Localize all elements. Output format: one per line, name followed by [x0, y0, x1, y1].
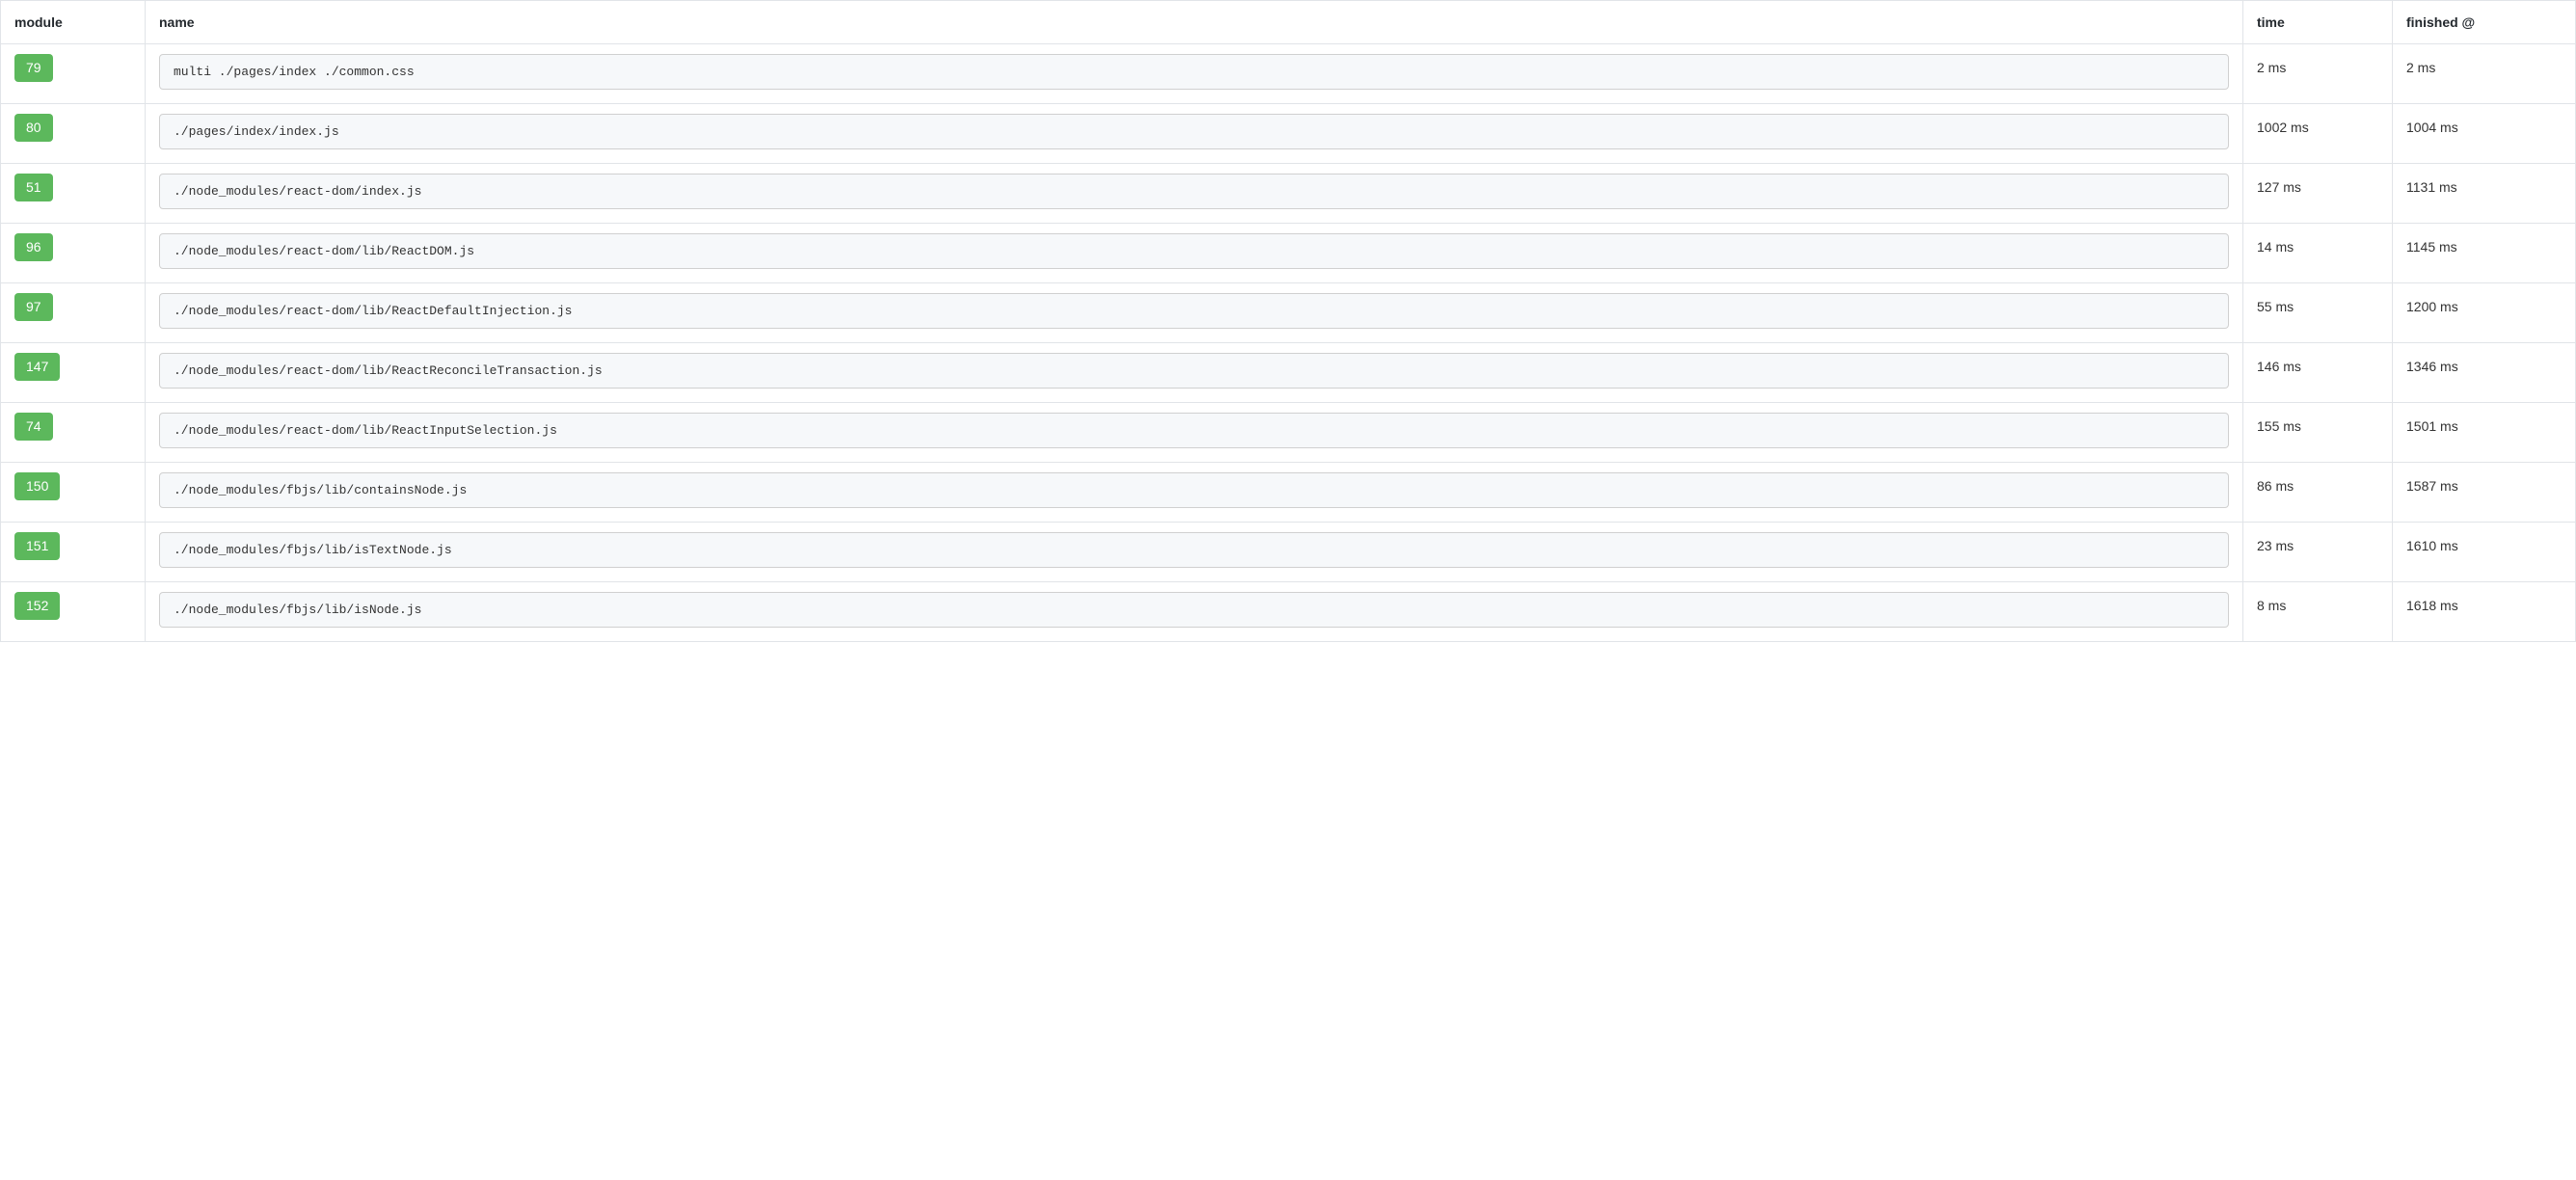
module-cell: 150 [1, 463, 146, 523]
module-badge[interactable]: 80 [14, 114, 53, 142]
module-cell: 74 [1, 403, 146, 463]
table-row: 97 ./node_modules/react-dom/lib/ReactDef… [1, 283, 2576, 343]
time-cell: 146 ms [2243, 343, 2393, 403]
name-path: ./node_modules/fbjs/lib/isNode.js [159, 592, 2229, 628]
module-cell: 152 [1, 582, 146, 642]
name-path: ./node_modules/react-dom/index.js [159, 174, 2229, 209]
finished-cell: 1346 ms [2393, 343, 2576, 403]
finished-cell: 2 ms [2393, 44, 2576, 104]
name-cell: ./node_modules/react-dom/lib/ReactReconc… [146, 343, 2243, 403]
finished-cell: 1200 ms [2393, 283, 2576, 343]
name-cell: ./node_modules/react-dom/lib/ReactInputS… [146, 403, 2243, 463]
table-row: 147 ./node_modules/react-dom/lib/ReactRe… [1, 343, 2576, 403]
name-cell: ./node_modules/fbjs/lib/isNode.js [146, 582, 2243, 642]
time-cell: 127 ms [2243, 164, 2393, 224]
table-row: 150 ./node_modules/fbjs/lib/containsNode… [1, 463, 2576, 523]
finished-cell: 1587 ms [2393, 463, 2576, 523]
name-path: ./node_modules/react-dom/lib/ReactInputS… [159, 413, 2229, 448]
finished-cell: 1610 ms [2393, 523, 2576, 582]
name-cell: multi ./pages/index ./common.css [146, 44, 2243, 104]
module-cell: 80 [1, 104, 146, 164]
name-cell: ./node_modules/react-dom/lib/ReactDOM.js [146, 224, 2243, 283]
name-cell: ./node_modules/react-dom/lib/ReactDefaul… [146, 283, 2243, 343]
name-path: multi ./pages/index ./common.css [159, 54, 2229, 90]
header-name[interactable]: name [146, 1, 2243, 44]
finished-cell: 1004 ms [2393, 104, 2576, 164]
table-row: 51 ./node_modules/react-dom/index.js 127… [1, 164, 2576, 224]
name-cell: ./node_modules/fbjs/lib/containsNode.js [146, 463, 2243, 523]
name-path: ./node_modules/react-dom/lib/ReactReconc… [159, 353, 2229, 389]
table-row: 79 multi ./pages/index ./common.css 2 ms… [1, 44, 2576, 104]
module-badge[interactable]: 74 [14, 413, 53, 441]
name-path: ./node_modules/fbjs/lib/isTextNode.js [159, 532, 2229, 568]
module-cell: 79 [1, 44, 146, 104]
finished-cell: 1131 ms [2393, 164, 2576, 224]
name-path: ./node_modules/fbjs/lib/containsNode.js [159, 472, 2229, 508]
module-cell: 147 [1, 343, 146, 403]
module-cell: 151 [1, 523, 146, 582]
header-time[interactable]: time [2243, 1, 2393, 44]
header-finished[interactable]: finished @ [2393, 1, 2576, 44]
table-row: 152 ./node_modules/fbjs/lib/isNode.js 8 … [1, 582, 2576, 642]
module-badge[interactable]: 147 [14, 353, 60, 381]
module-badge[interactable]: 97 [14, 293, 53, 321]
module-cell: 97 [1, 283, 146, 343]
module-badge[interactable]: 152 [14, 592, 60, 620]
finished-cell: 1618 ms [2393, 582, 2576, 642]
module-cell: 96 [1, 224, 146, 283]
header-module[interactable]: module [1, 1, 146, 44]
name-cell: ./node_modules/fbjs/lib/isTextNode.js [146, 523, 2243, 582]
finished-cell: 1501 ms [2393, 403, 2576, 463]
finished-cell: 1145 ms [2393, 224, 2576, 283]
time-cell: 23 ms [2243, 523, 2393, 582]
name-path: ./pages/index/index.js [159, 114, 2229, 149]
table-row: 80 ./pages/index/index.js 1002 ms 1004 m… [1, 104, 2576, 164]
time-cell: 2 ms [2243, 44, 2393, 104]
name-path: ./node_modules/react-dom/lib/ReactDOM.js [159, 233, 2229, 269]
table-row: 151 ./node_modules/fbjs/lib/isTextNode.j… [1, 523, 2576, 582]
modules-table: module name time finished @ 79 multi ./p… [0, 0, 2576, 642]
module-badge[interactable]: 51 [14, 174, 53, 201]
time-cell: 1002 ms [2243, 104, 2393, 164]
module-badge[interactable]: 150 [14, 472, 60, 500]
table-row: 74 ./node_modules/react-dom/lib/ReactInp… [1, 403, 2576, 463]
name-path: ./node_modules/react-dom/lib/ReactDefaul… [159, 293, 2229, 329]
table-header-row: module name time finished @ [1, 1, 2576, 44]
time-cell: 8 ms [2243, 582, 2393, 642]
time-cell: 55 ms [2243, 283, 2393, 343]
time-cell: 86 ms [2243, 463, 2393, 523]
module-badge[interactable]: 96 [14, 233, 53, 261]
name-cell: ./node_modules/react-dom/index.js [146, 164, 2243, 224]
table-row: 96 ./node_modules/react-dom/lib/ReactDOM… [1, 224, 2576, 283]
time-cell: 155 ms [2243, 403, 2393, 463]
module-badge[interactable]: 151 [14, 532, 60, 560]
time-cell: 14 ms [2243, 224, 2393, 283]
module-badge[interactable]: 79 [14, 54, 53, 82]
module-cell: 51 [1, 164, 146, 224]
name-cell: ./pages/index/index.js [146, 104, 2243, 164]
